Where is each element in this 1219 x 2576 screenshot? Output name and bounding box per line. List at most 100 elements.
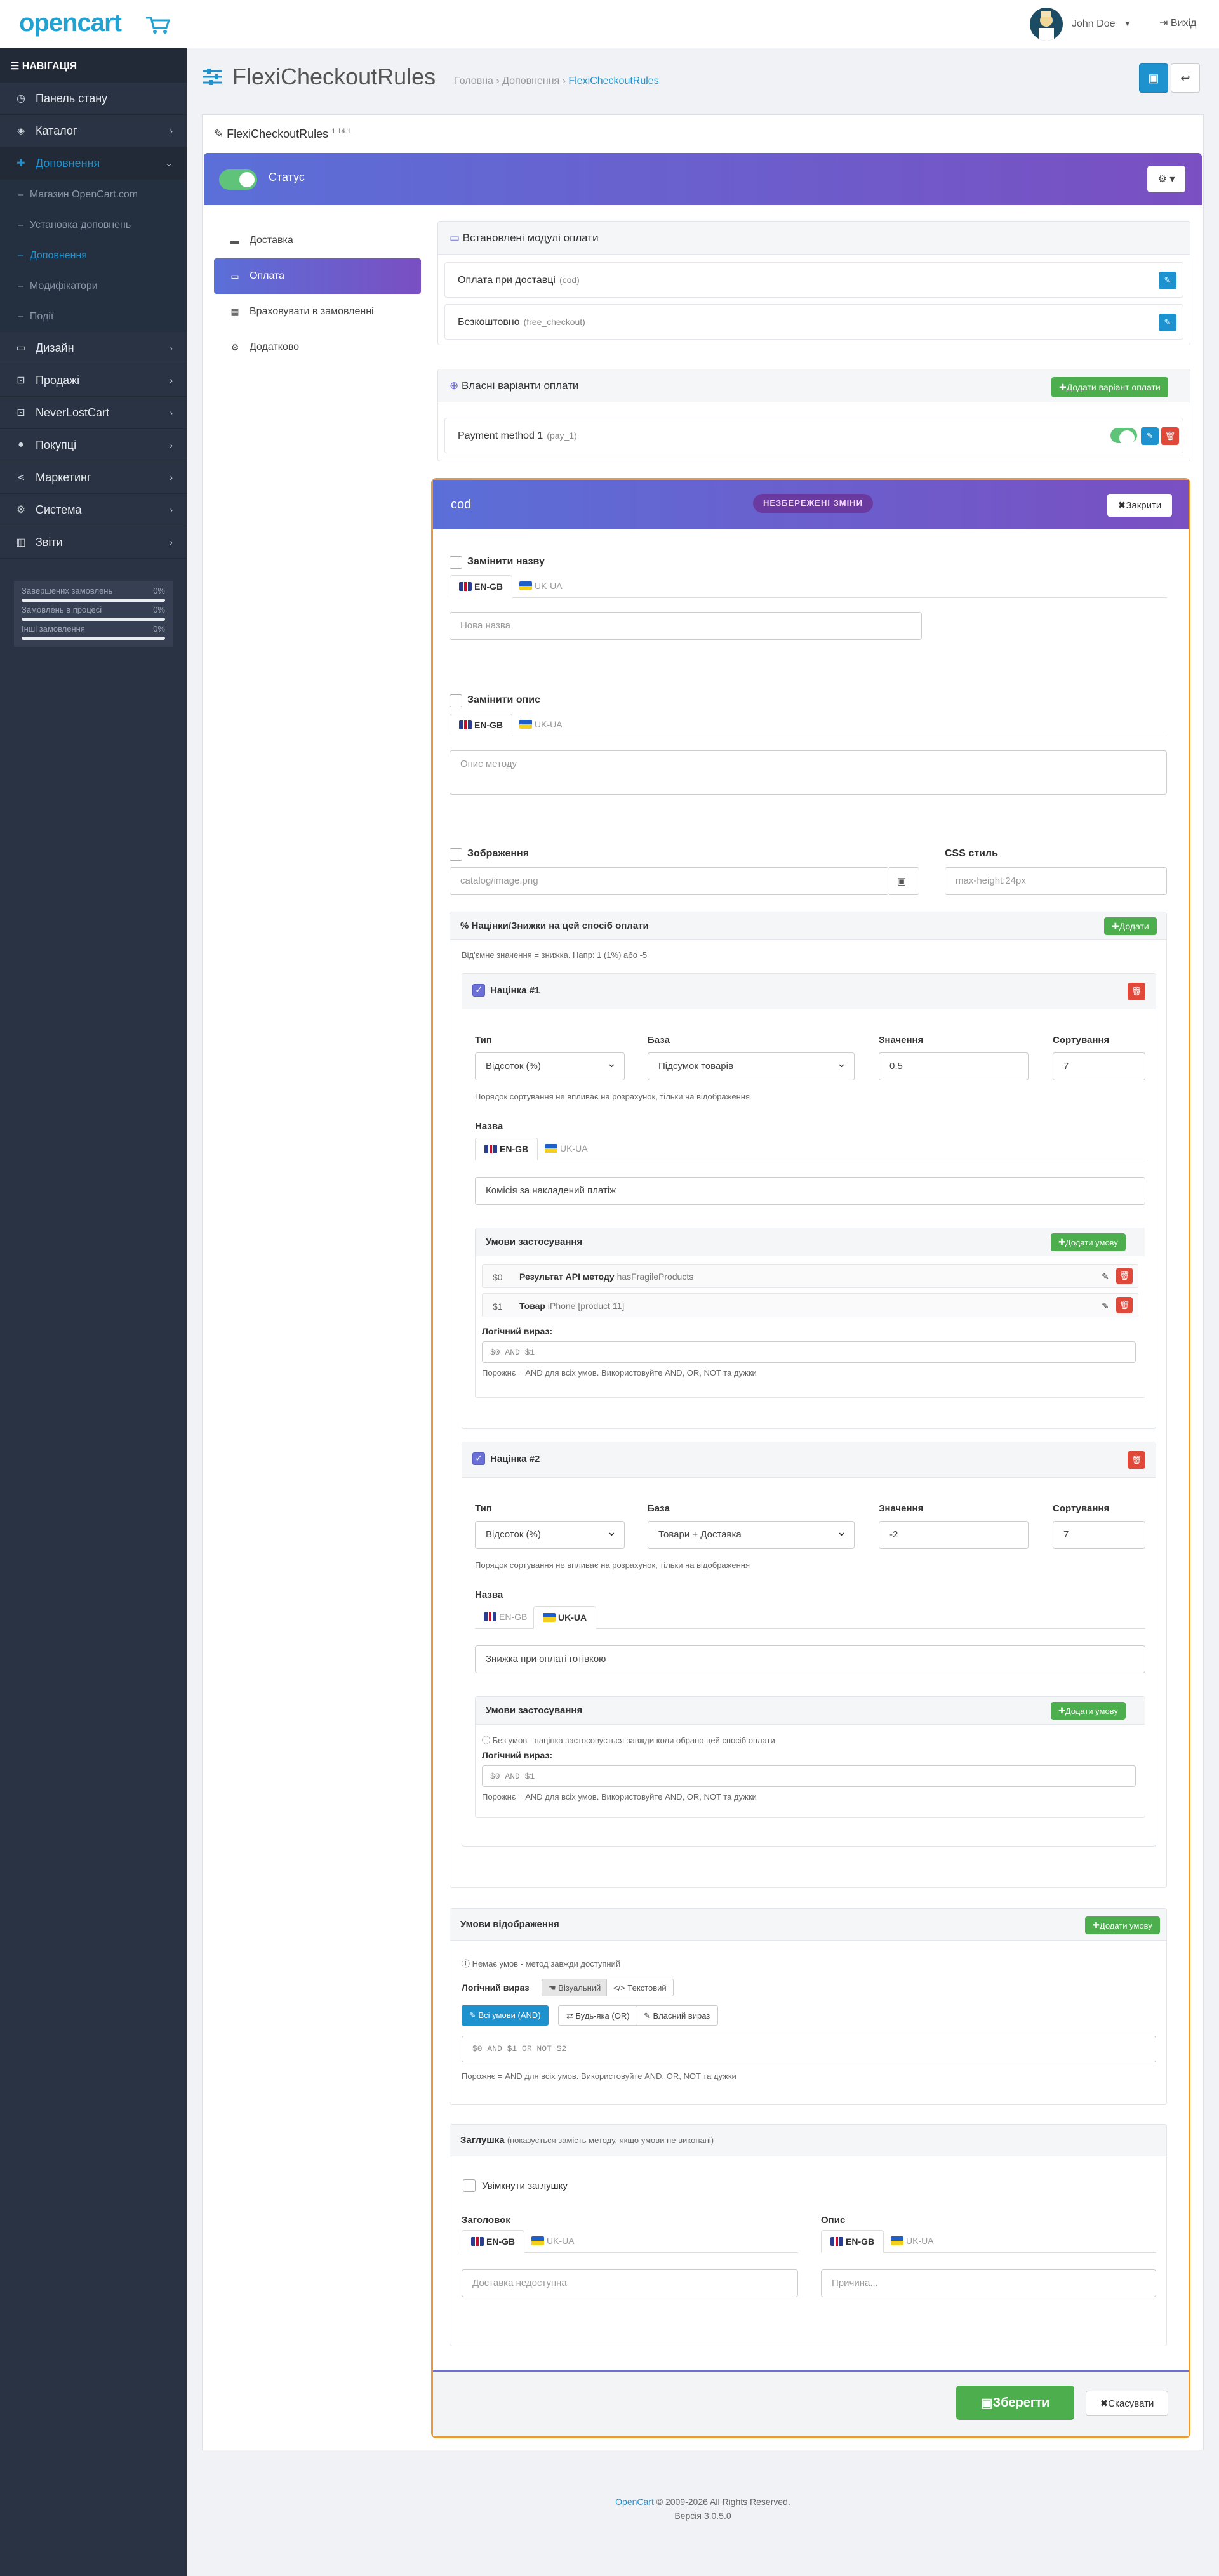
opencart-logo[interactable]: opencart <box>19 9 170 41</box>
new-name-input[interactable]: Нова назва <box>450 612 922 640</box>
value-input[interactable]: -2 <box>879 1521 1029 1549</box>
lang-label: UK-UA <box>560 1143 588 1153</box>
tab-lang-en[interactable]: EN-GB <box>462 2230 525 2253</box>
breadcrumb-current[interactable]: FlexiCheckoutRules <box>568 76 658 86</box>
tab-lang-ua[interactable]: UK-UA <box>533 1606 597 1629</box>
sidebar-item-marketing[interactable]: ⋖ Маркетинг › <box>0 461 187 494</box>
base-select[interactable]: Товари + Доставка <box>648 1521 855 1549</box>
display-expression-input[interactable]: $0 AND $1 OR NOT $2 <box>462 2036 1156 2062</box>
edit-condition-button[interactable]: ✎ <box>1097 1298 1114 1314</box>
delete-surcharge-button[interactable]: 🗑 <box>1128 1451 1145 1469</box>
tab-lang-en[interactable]: EN-GB <box>475 1606 536 1629</box>
tab-payment[interactable]: ▭ Оплата <box>214 258 421 294</box>
back-button[interactable]: ↩ <box>1171 63 1200 93</box>
add-display-condition-button[interactable]: ✚ Додати умову <box>1085 1916 1160 1934</box>
tab-lang-en[interactable]: EN-GB <box>450 714 513 736</box>
tab-lang-en[interactable]: EN-GB <box>450 575 513 598</box>
caret-down-icon: ▼ <box>1124 20 1131 28</box>
sort-input[interactable]: 7 <box>1053 1521 1145 1549</box>
user-menu[interactable]: John Doe ▼ <box>1030 8 1131 41</box>
replace-desc-checkbox[interactable] <box>450 694 462 707</box>
logic-input[interactable]: $0 AND $1 <box>482 1765 1136 1787</box>
save-button[interactable]: ▣ <box>1139 63 1168 93</box>
text-mode-button[interactable]: </> Текстовий <box>606 1979 674 1996</box>
image-checkbox[interactable] <box>450 848 462 861</box>
sidebar-subitem-installer[interactable]: – Установка доповнень <box>0 210 187 241</box>
tab-shipping[interactable]: ▬ Доставка <box>214 223 421 258</box>
surcharge-name-input[interactable]: Комісія за накладений платіж <box>475 1177 1145 1205</box>
status-toggle[interactable] <box>219 169 257 190</box>
add-condition-button[interactable]: ✚ Додати умову <box>1051 1233 1126 1251</box>
sidebar-item-sales[interactable]: ⊡ Продажі › <box>0 364 187 397</box>
delete-surcharge-button[interactable]: 🗑 <box>1128 983 1145 1000</box>
settings-dropdown[interactable]: ⚙ ▾ <box>1147 166 1185 192</box>
sidebar-subitem-marketplace[interactable]: – Магазин OpenCart.com <box>0 180 187 210</box>
sort-input[interactable]: 7 <box>1053 1052 1145 1080</box>
tab-lang-ua[interactable]: UK-UA <box>510 575 571 598</box>
tab-lang-ua[interactable]: UK-UA <box>536 1138 597 1160</box>
type-select[interactable]: Відсоток (%) <box>475 1521 625 1549</box>
any-condition-button[interactable]: ⇄ Будь-яка (OR) <box>558 2005 638 2026</box>
sidebar-item-catalog[interactable]: ◈ Каталог › <box>0 115 187 147</box>
breadcrumb-home[interactable]: Головна <box>455 76 493 86</box>
enable-stub-checkbox[interactable] <box>463 2179 476 2192</box>
delete-condition-button[interactable]: 🗑 <box>1116 1268 1133 1284</box>
tab-advanced[interactable]: ⚙ Додатково <box>214 329 421 365</box>
value-input[interactable]: 0.5 <box>879 1052 1029 1080</box>
description-textarea[interactable]: Опис методу <box>450 750 1167 795</box>
variant-toggle[interactable] <box>1110 428 1137 446</box>
delete-condition-button[interactable]: 🗑 <box>1116 1297 1133 1313</box>
image-path-input[interactable]: catalog/image.png <box>450 867 889 895</box>
tab-lang-ua[interactable]: UK-UA <box>523 2230 583 2253</box>
logo-text: opencart <box>19 9 122 37</box>
logic-input[interactable]: $0 AND $1 <box>482 1341 1136 1363</box>
breadcrumb-extensions[interactable]: Доповнення <box>502 76 559 86</box>
language-tabs: EN-GB UK-UA <box>450 575 1167 598</box>
delete-button[interactable]: 🗑 <box>1161 427 1179 445</box>
edit-condition-button[interactable]: ✎ <box>1097 1268 1114 1285</box>
sidebar-subitem-extensions[interactable]: – Доповнення <box>0 241 187 271</box>
tab-lang-en[interactable]: EN-GB <box>821 2230 884 2253</box>
base-select[interactable]: Підсумок товарів <box>648 1052 855 1080</box>
footer-brand-link[interactable]: OpenCart <box>615 2497 654 2507</box>
stub-heading-input[interactable]: Доставка недоступна <box>462 2269 798 2297</box>
edit-button[interactable]: ✎ <box>1141 427 1159 445</box>
plus-circle-icon: ⊕ <box>450 380 462 392</box>
logout-link[interactable]: ⇥ Вихід <box>1159 17 1196 29</box>
sidebar-subitem-events[interactable]: – Події <box>0 302 187 332</box>
add-condition-button[interactable]: ✚ Додати умову <box>1051 1702 1126 1720</box>
visual-mode-button[interactable]: ☚ Візуальний <box>542 1979 608 1996</box>
surcharge-enabled-checkbox[interactable] <box>472 984 485 997</box>
sidebar-item-customers[interactable]: ● Покупці › <box>0 429 187 461</box>
tab-order-totals[interactable]: ▦ Враховувати в замовленні <box>214 294 421 329</box>
close-button[interactable]: ✖ Закрити <box>1107 494 1172 517</box>
replace-name-checkbox[interactable] <box>450 556 462 569</box>
image-browse-button[interactable]: ▣ <box>888 867 919 895</box>
sidebar-subitem-modifications[interactable]: – Модифікатори <box>0 271 187 302</box>
all-conditions-button[interactable]: ✎ Всі умови (AND) <box>462 2005 549 2026</box>
sidebar-item-reports[interactable]: ▥ Звіти › <box>0 526 187 559</box>
sidebar-item-extensions[interactable]: ✚ Доповнення ⌄ <box>0 147 187 180</box>
edit-button[interactable]: ✎ <box>1159 314 1176 331</box>
tab-lang-ua[interactable]: UK-UA <box>510 714 571 736</box>
edit-button[interactable]: ✎ <box>1159 272 1176 289</box>
sidebar-item-system[interactable]: ⚙ Система › <box>0 494 187 526</box>
type-select[interactable]: Відсоток (%) <box>475 1052 625 1080</box>
add-payment-variant-button[interactable]: ✚ Додати варіант оплати <box>1051 377 1168 397</box>
custom-expression-button[interactable]: ✎ Власний вираз <box>636 2005 719 2026</box>
tab-lang-ua[interactable]: UK-UA <box>882 2230 943 2253</box>
page-title: FlexiCheckoutRules <box>232 63 436 90</box>
sidebar-item-neverlostcart[interactable]: ⊡ NeverLostCart › <box>0 397 187 429</box>
tab-lang-en[interactable]: EN-GB <box>475 1138 538 1160</box>
save-rules-button[interactable]: ▣ Зберегти <box>956 2386 1074 2420</box>
hand-icon: ☚ <box>549 1983 559 1993</box>
dashboard-icon: ◷ <box>17 93 25 104</box>
add-surcharge-button[interactable]: ✚ Додати <box>1104 917 1157 935</box>
css-style-input[interactable]: max-height:24px <box>945 867 1167 895</box>
sidebar-item-dashboard[interactable]: ◷ Панель стану <box>0 83 187 115</box>
surcharge-enabled-checkbox[interactable] <box>472 1452 485 1465</box>
stub-desc-input[interactable]: Причина... <box>821 2269 1156 2297</box>
cancel-button[interactable]: ✖ Скасувати <box>1086 2391 1168 2416</box>
surcharge-name-input[interactable]: Знижка при оплаті готівкою <box>475 1645 1145 1673</box>
sidebar-item-design[interactable]: ▭ Дизайн › <box>0 332 187 364</box>
